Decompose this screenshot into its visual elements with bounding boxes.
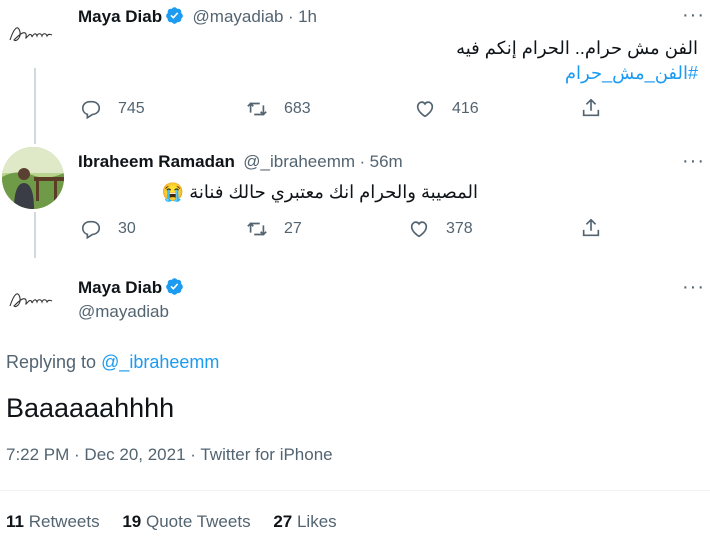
signature-logo-icon — [9, 27, 53, 42]
profile-photo-icon — [2, 147, 64, 209]
signature-logo-icon — [9, 293, 53, 308]
hashtag-link[interactable]: #الفن_مش_حرام — [565, 63, 698, 84]
retweet-button[interactable]: 683 — [246, 98, 311, 120]
tweet-header: Maya Diab @mayadiab · 1h — [78, 6, 317, 27]
engagement-stats: 11 Retweets 19 Quote Tweets 27 Likes — [6, 512, 337, 532]
author-name-row: Maya Diab — [78, 277, 184, 298]
avatar[interactable] — [2, 268, 64, 330]
verified-badge-icon — [165, 6, 184, 25]
separator: · — [287, 7, 294, 26]
thread-line — [34, 212, 36, 258]
heart-icon — [416, 101, 434, 118]
display-name[interactable]: Maya Diab — [78, 278, 162, 297]
reply-icon — [81, 100, 101, 120]
tweet-text: المصيبة والحرام انك معتبري حالك فنانة 😭 — [162, 182, 478, 203]
retweets-stat[interactable]: 11 Retweets — [6, 512, 100, 531]
more-options-icon[interactable]: ··· — [682, 150, 705, 173]
handle[interactable]: @_ibraheemm — [243, 152, 355, 171]
timestamp[interactable]: 56m — [370, 152, 403, 171]
quote-tweets-stat[interactable]: 19 Quote Tweets — [122, 512, 250, 531]
heart-icon — [410, 221, 428, 238]
likes-stat[interactable]: 27 Likes — [273, 512, 336, 531]
retweet-button[interactable]: 27 — [246, 218, 302, 240]
handle[interactable]: @mayadiab — [78, 302, 169, 322]
replying-to-handle-link[interactable]: @_ibraheemm — [101, 352, 219, 372]
tweet-text: الفن مش حرام.. الحرام إنكم فيه — [456, 38, 698, 58]
reply-button[interactable]: 745 — [80, 98, 145, 120]
like-button[interactable]: 378 — [408, 218, 473, 240]
retweet-icon — [247, 222, 267, 236]
like-count: 416 — [452, 100, 479, 117]
retweet-icon — [247, 102, 267, 116]
tweet-header: Ibraheem Ramadan @_ibraheemm · 56m — [78, 152, 403, 172]
share-button[interactable] — [580, 97, 618, 119]
reply-count: 745 — [118, 100, 145, 117]
replying-to: Replying to @_ibraheemm — [6, 352, 219, 373]
like-count: 378 — [446, 220, 473, 237]
avatar[interactable] — [2, 147, 64, 209]
more-options-icon[interactable]: ··· — [682, 4, 705, 27]
thread-line — [34, 68, 36, 144]
timestamp[interactable]: 1h — [298, 7, 317, 26]
tweet-text-body: المصيبة والحرام انك معتبري حالك فنانة — [189, 182, 478, 202]
separator: · — [359, 152, 366, 171]
display-name[interactable]: Ibraheem Ramadan — [78, 152, 235, 171]
reply-count: 30 — [118, 220, 136, 237]
divider — [0, 490, 710, 491]
crying-emoji-icon: 😭 — [161, 182, 185, 202]
display-name[interactable]: Maya Diab — [78, 7, 162, 26]
verified-badge-icon — [165, 277, 184, 296]
tweet-text: Baaaaaahhhh — [6, 393, 175, 423]
replying-to-label: Replying to — [6, 352, 97, 372]
like-button[interactable]: 416 — [414, 98, 479, 120]
handle[interactable]: @mayadiab — [193, 7, 284, 26]
more-options-icon[interactable]: ··· — [682, 276, 705, 299]
share-icon — [582, 98, 600, 117]
retweet-count: 27 — [284, 220, 302, 237]
tweet-timestamp[interactable]: 7:22 PM · Dec 20, 2021 · Twitter for iPh… — [6, 445, 333, 465]
share-button[interactable] — [580, 217, 618, 239]
retweet-count: 683 — [284, 100, 311, 117]
share-icon — [582, 218, 600, 237]
reply-button[interactable]: 30 — [80, 218, 136, 240]
avatar[interactable] — [2, 2, 64, 64]
reply-icon — [81, 220, 101, 240]
